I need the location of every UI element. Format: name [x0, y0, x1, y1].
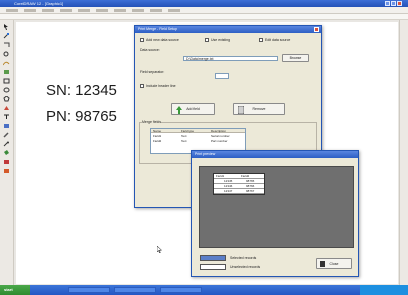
preview-table: Field1 Field2 12345 98765 12346 98766 12… [213, 173, 265, 195]
col-header-name: Name [153, 129, 162, 133]
option-edit-checkbox[interactable] [259, 38, 263, 42]
minimize-icon[interactable] [385, 1, 390, 6]
crop-tool-icon[interactable] [3, 42, 10, 48]
app-title: CorelDRAW 12 - [Graphic1] [14, 1, 64, 6]
field-separator-label: Field separator: [140, 70, 165, 74]
preview-title: Print preview [192, 151, 358, 158]
remove-field-icon [238, 106, 244, 114]
interactive-fill-icon[interactable] [3, 159, 10, 165]
option-new-source-checkbox[interactable] [140, 38, 144, 42]
outline-tool-icon[interactable] [3, 141, 10, 147]
maximize-icon[interactable] [391, 1, 396, 6]
option-existing-label: Use existing [211, 38, 231, 42]
option-edit-label: Edit data source [265, 38, 291, 42]
field-separator-input[interactable] [215, 73, 229, 79]
taskbar-app-button[interactable] [160, 287, 202, 293]
start-button[interactable]: start [0, 285, 30, 295]
shape-tool-icon[interactable] [3, 33, 10, 39]
taskbar-app-button[interactable] [68, 287, 110, 293]
include-header-label: Include header line [146, 84, 176, 88]
col-header-type: Field type [181, 129, 195, 133]
option-existing-checkbox[interactable] [205, 38, 209, 42]
unselected-records-swatch [200, 264, 226, 270]
dialog-title: Print Merge - Field Setup [135, 26, 321, 33]
close-icon [320, 261, 325, 267]
basic-shapes-icon[interactable] [3, 105, 10, 111]
preview-row: 12347 98767 [214, 189, 264, 194]
remove-field-button[interactable]: Remove [233, 103, 285, 115]
source-label: Data source: [140, 48, 160, 52]
close-icon[interactable] [397, 1, 402, 6]
smart-fill-icon[interactable] [3, 69, 10, 75]
dialog-close-button[interactable] [314, 27, 319, 32]
serial-number-text[interactable]: SN: 12345 [46, 82, 117, 99]
rectangle-tool-icon[interactable] [3, 78, 10, 84]
add-field-icon [176, 106, 182, 114]
print-preview-window[interactable]: Print preview Field1 Field2 12345 98765 … [191, 150, 359, 277]
ellipse-tool-icon[interactable] [3, 87, 10, 93]
part-number-text[interactable]: PN: 98765 [46, 108, 117, 125]
add-field-button[interactable]: Add field [171, 103, 215, 115]
selected-records-label: Selected records [230, 256, 257, 260]
table-row[interactable]: Field1 Text Serial number [151, 134, 245, 138]
selected-records-swatch [200, 255, 226, 261]
color-palette[interactable] [399, 20, 408, 285]
source-path-field[interactable]: D:\Data\merge.txt [183, 56, 278, 61]
option-new-source-label: Add new data source [146, 38, 179, 42]
zoom-tool-icon[interactable] [3, 51, 10, 57]
taskbar: start [0, 285, 408, 295]
mouse-cursor-icon [157, 246, 162, 253]
taskbar-app-button[interactable] [114, 287, 156, 293]
window-controls[interactable] [384, 1, 404, 6]
close-preview-button[interactable]: Close [316, 258, 352, 269]
freehand-tool-icon[interactable] [3, 60, 10, 66]
table-header-row: Name Field type Description [151, 129, 245, 133]
col-header-desc: Description [211, 129, 227, 133]
unselected-records-label: Unselected records [230, 265, 261, 269]
eyedropper-icon[interactable] [3, 132, 10, 138]
pick-tool-icon[interactable] [3, 24, 10, 30]
fill-tool-icon[interactable] [3, 150, 10, 156]
preview-area[interactable]: Field1 Field2 12345 98765 12346 98766 12… [199, 166, 354, 248]
interactive-blend-icon[interactable] [3, 123, 10, 129]
table-row[interactable]: Field2 Text Part number [151, 139, 245, 143]
include-header-checkbox[interactable] [140, 84, 144, 88]
text-tool-icon[interactable] [3, 114, 10, 120]
toolbar[interactable] [0, 14, 408, 20]
app-titlebar: CorelDRAW 12 - [Graphic1] [0, 0, 408, 7]
polygon-tool-icon[interactable] [3, 96, 10, 102]
menu-bar[interactable] [0, 7, 408, 14]
system-tray[interactable] [360, 285, 408, 295]
mesh-fill-icon[interactable] [3, 168, 10, 174]
toolbox[interactable] [0, 20, 14, 285]
browse-button[interactable]: Browse [282, 54, 309, 62]
